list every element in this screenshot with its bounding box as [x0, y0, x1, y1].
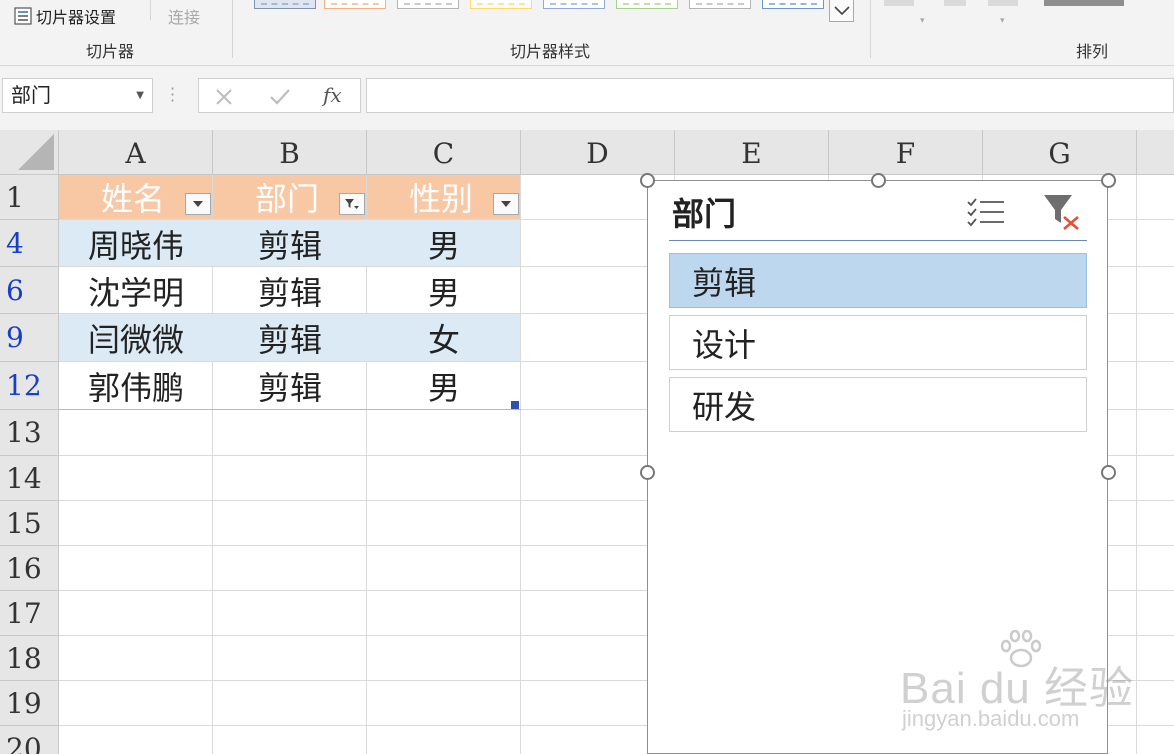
table-header-label: 性别	[409, 180, 474, 218]
row-header-12[interactable]: 12	[0, 362, 59, 410]
row-header-14[interactable]: 14	[0, 456, 59, 501]
table-cell[interactable]: 剪辑	[213, 314, 367, 362]
slicer-style-2[interactable]	[324, 0, 386, 9]
column-header-g[interactable]: G	[983, 130, 1137, 175]
filter-funnel-icon	[345, 199, 359, 209]
row-header-17[interactable]: 17	[0, 591, 59, 636]
table-header-label: 姓名	[101, 180, 166, 218]
filter-active-button[interactable]	[339, 193, 365, 215]
slicer-settings-icon	[14, 7, 32, 25]
chevron-down-icon	[501, 201, 511, 207]
name-box[interactable]: 部门 ▼	[2, 78, 153, 113]
chevron-down-icon: ▾	[920, 16, 925, 26]
column-header-d[interactable]: D	[521, 130, 675, 175]
row-header-15[interactable]: 15	[0, 501, 59, 546]
table-cell[interactable]: 男	[367, 362, 521, 410]
slicer-style-6[interactable]	[616, 0, 678, 9]
table-cell[interactable]: 闫微微	[59, 314, 213, 362]
table-border	[59, 409, 521, 410]
gallery-more-button[interactable]	[829, 0, 854, 22]
slicer-item-1[interactable]: 剪辑	[669, 253, 1087, 308]
arrange-controls	[884, 0, 1164, 14]
table-cell[interactable]: 沈学明	[59, 267, 213, 314]
row-header-19[interactable]: 19	[0, 681, 59, 726]
filter-dropdown-button[interactable]	[185, 193, 211, 215]
table-cell[interactable]: 男	[367, 220, 521, 267]
slicer-settings-button[interactable]: 切片器设置	[14, 4, 116, 28]
formula-buttons: fx	[198, 78, 361, 113]
table-cell[interactable]: 剪辑	[213, 362, 367, 410]
resize-handle[interactable]	[640, 465, 655, 480]
table-cell[interactable]: 剪辑	[213, 267, 367, 314]
chevron-down-icon[interactable]: ▼	[136, 79, 144, 112]
multi-select-icon[interactable]	[966, 196, 1006, 228]
slicer-settings-label: 切片器设置	[36, 8, 117, 27]
bring-forward-button[interactable]	[884, 0, 914, 6]
column-header-e[interactable]: E	[675, 130, 829, 175]
slicer-style-4[interactable]	[470, 0, 532, 9]
ribbon: 切片器设置 连接 切片器 切片器样式 ▾ ▾ 排列	[0, 0, 1174, 66]
check-icon[interactable]	[269, 88, 291, 106]
table-cell[interactable]: 女	[367, 314, 521, 362]
connections-label: 连接	[168, 8, 201, 27]
slicer-style-8[interactable]	[762, 0, 824, 9]
clear-filter-icon[interactable]	[1042, 193, 1082, 231]
slicer-divider	[669, 240, 1087, 241]
resize-handle[interactable]	[871, 173, 886, 188]
slicer-group-label: 切片器	[85, 42, 134, 61]
slicer-item-3[interactable]: 研发	[669, 377, 1087, 432]
column-header-c[interactable]: C	[367, 130, 521, 175]
row-header-4[interactable]: 4	[0, 220, 59, 267]
selection-pane-button[interactable]	[988, 0, 1018, 6]
table-cell[interactable]: 郭伟鹏	[59, 362, 213, 410]
row-header-6[interactable]: 6	[0, 267, 59, 314]
formula-input[interactable]	[366, 78, 1174, 113]
table-cell[interactable]: 男	[367, 267, 521, 314]
slicer-style-1[interactable]	[254, 0, 316, 9]
row-header-13[interactable]: 13	[0, 410, 59, 456]
row-header-9[interactable]: 9	[0, 314, 59, 362]
insert-function-button[interactable]: fx	[323, 83, 342, 107]
filter-dropdown-button[interactable]	[493, 193, 519, 215]
resize-handle[interactable]	[640, 173, 655, 188]
ribbon-separator	[232, 0, 233, 58]
table-header-label: 部门	[255, 180, 320, 218]
slicer-style-7[interactable]	[689, 0, 751, 9]
slicer-item-2[interactable]: 设计	[669, 315, 1087, 370]
baidu-watermark: Bai du 经验 jingyan.baidu.com	[900, 630, 1140, 750]
watermark-url: jingyan.baidu.com	[902, 706, 1080, 731]
table-resize-handle[interactable]	[511, 401, 519, 409]
table-cell[interactable]: 剪辑	[213, 220, 367, 267]
close-icon[interactable]	[215, 88, 233, 106]
resize-handle-icon[interactable]: · · ·	[170, 81, 175, 109]
row-header-20[interactable]: 20	[0, 726, 59, 754]
ribbon-separator	[150, 0, 151, 20]
chevron-down-icon: ▾	[1000, 16, 1005, 26]
send-backward-button[interactable]	[944, 0, 966, 6]
slicer-title: 部门	[672, 195, 737, 233]
column-header-a[interactable]: A	[59, 130, 213, 175]
select-all-button[interactable]	[0, 130, 59, 175]
resize-handle[interactable]	[1101, 465, 1116, 480]
row-header-1[interactable]: 1	[0, 175, 59, 220]
align-button[interactable]	[1044, 0, 1124, 6]
column-header-b[interactable]: B	[213, 130, 367, 175]
formula-bar: 部门 ▼ · · · fx	[0, 66, 1174, 130]
row-header-18[interactable]: 18	[0, 636, 59, 681]
slicer-styles-group-label: 切片器样式	[509, 42, 590, 61]
row-header-16[interactable]: 16	[0, 546, 59, 591]
arrange-group-label: 排列	[1075, 42, 1108, 61]
chevron-down-icon	[833, 5, 850, 15]
slicer-style-5[interactable]	[543, 0, 605, 9]
connections-button[interactable]: 连接	[168, 4, 200, 28]
name-box-value: 部门	[11, 83, 51, 107]
chevron-down-icon	[193, 201, 203, 207]
column-header-next[interactable]	[1137, 130, 1174, 175]
resize-handle[interactable]	[1101, 173, 1116, 188]
ribbon-separator	[870, 0, 871, 58]
slicer-style-3[interactable]	[397, 0, 459, 9]
column-header-f[interactable]: F	[829, 130, 983, 175]
table-cell[interactable]: 周晓伟	[59, 220, 213, 267]
